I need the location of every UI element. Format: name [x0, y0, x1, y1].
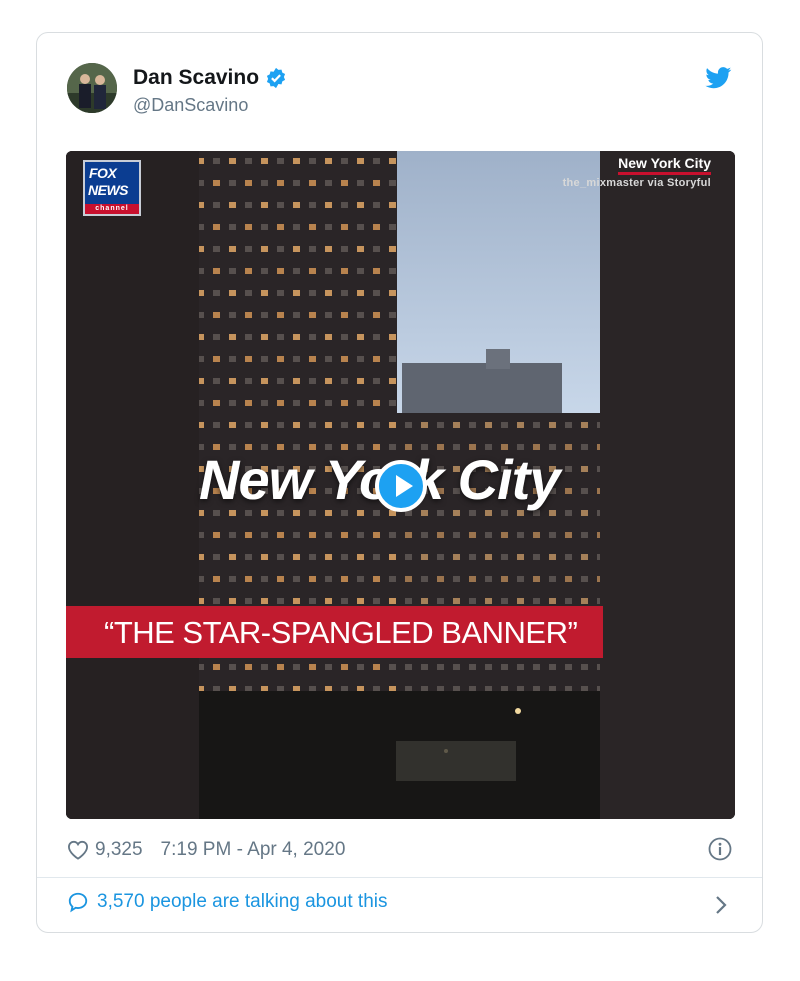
timestamp[interactable]: 7:19 PM - Apr 4, 2020: [161, 839, 346, 861]
divider: [37, 877, 762, 878]
like-count[interactable]: 9,325: [95, 839, 143, 861]
info-icon[interactable]: [708, 837, 732, 861]
fox-logo-line1: FOX: [89, 165, 117, 181]
tweet-card: Dan Scavino @DanScavino FOX NEWS channel…: [36, 32, 763, 933]
talking-text[interactable]: 3,570 people are talking about this: [97, 891, 388, 913]
banner-text: “THE STAR-SPANGLED BANNER”: [104, 615, 578, 650]
video-player[interactable]: FOX NEWS channel New York City the_mixma…: [66, 151, 735, 819]
video-credit: the_mixmaster via Storyful: [562, 177, 711, 189]
fox-logo-line3: channel: [85, 204, 139, 214]
avatar[interactable]: [67, 63, 117, 113]
comment-bubble-icon: [68, 892, 88, 913]
play-icon[interactable]: [375, 460, 427, 512]
fox-news-logo: FOX NEWS channel: [83, 160, 141, 216]
lower-third-banner: “THE STAR-SPANGLED BANNER”: [66, 606, 603, 658]
display-name[interactable]: Dan Scavino: [133, 66, 287, 90]
heart-icon[interactable]: [67, 840, 89, 860]
verified-badge-icon: [266, 67, 286, 89]
display-name-text[interactable]: Dan Scavino: [133, 66, 259, 90]
location-label: New York City: [618, 155, 711, 175]
twitter-bird-icon[interactable]: [705, 67, 732, 89]
chevron-right-icon[interactable]: [714, 895, 728, 915]
tweet-meta: 9,325 7:19 PM - Apr 4, 2020: [67, 835, 345, 865]
fox-logo-line2: NEWS: [88, 182, 129, 198]
user-handle[interactable]: @DanScavino: [133, 95, 248, 116]
conversation-link[interactable]: 3,570 people are talking about this: [67, 891, 388, 913]
